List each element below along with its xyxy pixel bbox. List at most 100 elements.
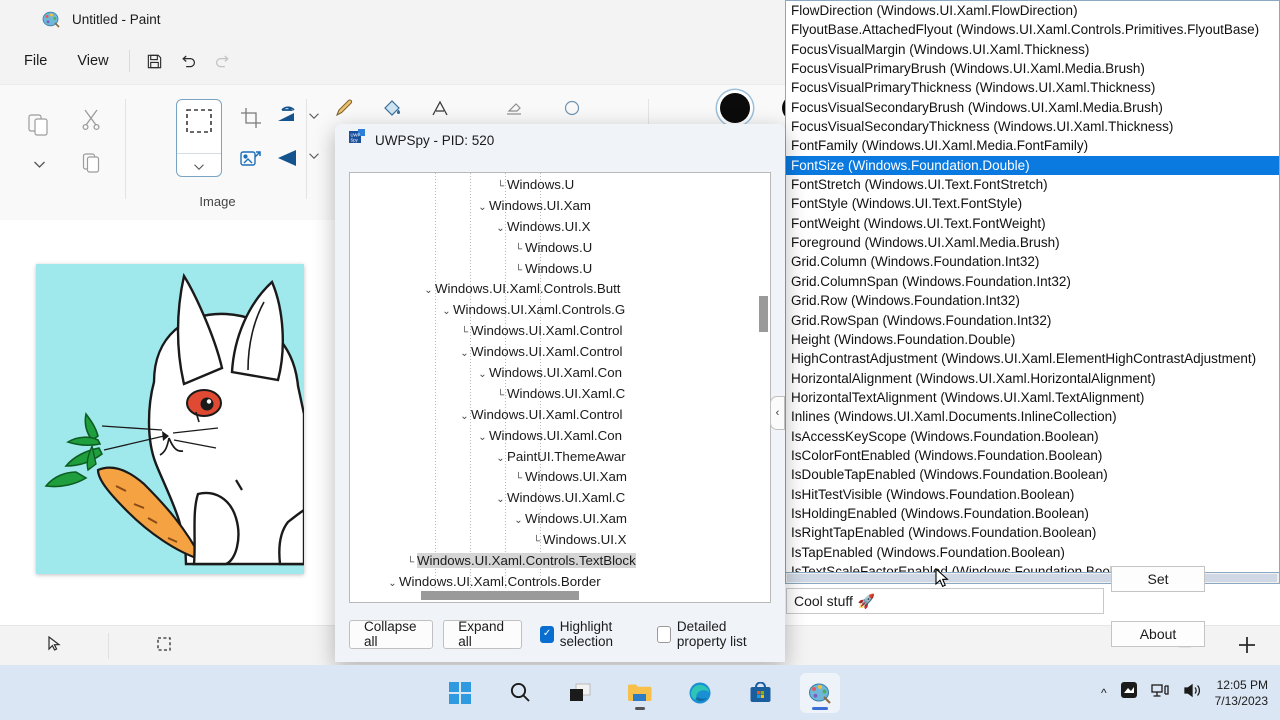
tree-node[interactable]: └ Windows.U [350, 175, 759, 196]
search-icon[interactable] [500, 673, 540, 713]
property-list-item[interactable]: IsTapEnabled (Windows.Foundation.Boolean… [786, 543, 1279, 562]
property-list-item[interactable]: IsDoubleTapEnabled (Windows.Foundation.B… [786, 465, 1279, 484]
property-list-item[interactable]: HorizontalAlignment (Windows.UI.Xaml.Hor… [786, 369, 1279, 388]
expand-all-button[interactable]: Expand all [443, 619, 523, 649]
crop-icon[interactable] [234, 101, 268, 135]
property-list-item[interactable]: Grid.RowSpan (Windows.Foundation.Int32) [786, 311, 1279, 330]
property-list-item[interactable]: FocusVisualPrimaryBrush (Windows.UI.Xaml… [786, 59, 1279, 78]
flip-icon[interactable] [270, 141, 304, 175]
uwpspy-titlebar[interactable]: UWP Spy UWPSpy - PID: 520 [335, 124, 785, 156]
paint-icon[interactable] [800, 672, 840, 713]
chevron-down-icon[interactable] [20, 151, 58, 177]
file-explorer-icon[interactable] [620, 673, 660, 713]
tree-node[interactable]: ⌄ Windows.UI.Xaml.Control [350, 342, 759, 363]
collapse-all-button[interactable]: Collapse all [349, 619, 434, 649]
pencil-icon[interactable] [326, 91, 362, 125]
tree-node[interactable]: ⌄ Windows.UI.Xaml.Con [350, 363, 759, 384]
tree-node[interactable]: ⌄ Windows.UI.Xaml.C [350, 488, 759, 509]
property-list-item[interactable]: FocusVisualMargin (Windows.UI.Xaml.Thick… [786, 40, 1279, 59]
property-list-item[interactable]: Height (Windows.Foundation.Double) [786, 330, 1279, 349]
property-list-item[interactable]: Grid.Column (Windows.Foundation.Int32) [786, 252, 1279, 271]
tree-node[interactable]: ⌄ Windows.UI.Xaml.Con [350, 426, 759, 447]
tree-node[interactable]: ⌄ Windows.UI.X [350, 217, 759, 238]
copy-icon[interactable] [72, 143, 110, 181]
resize-icon[interactable] [234, 143, 268, 177]
property-list-item[interactable]: IsAccessKeyScope (Windows.Foundation.Boo… [786, 427, 1279, 446]
property-list-item[interactable]: FontWeight (Windows.UI.Text.FontWeight) [786, 214, 1279, 233]
paste-icon[interactable] [18, 99, 60, 149]
rotate-icon[interactable] [270, 99, 304, 133]
property-list-item[interactable]: FontSize (Windows.Foundation.Double) [786, 155, 1279, 176]
select-rectangle-icon[interactable] [176, 99, 222, 177]
show-hidden-icons-chevron[interactable]: ^ [1101, 686, 1107, 700]
property-list-item[interactable]: HorizontalTextAlignment (Windows.UI.Xaml… [786, 388, 1279, 407]
property-list-item[interactable]: Grid.Row (Windows.Foundation.Int32) [786, 291, 1279, 310]
panel-collapse-handle[interactable]: ‹ [770, 396, 785, 430]
start-icon[interactable] [440, 673, 480, 713]
property-list-item[interactable]: IsColorFontEnabled (Windows.Foundation.B… [786, 446, 1279, 465]
volume-icon[interactable] [1183, 682, 1202, 704]
detailed-property-list-checkbox[interactable]: Detailed property list [657, 619, 771, 649]
task-view-icon[interactable] [560, 673, 600, 713]
chevron-down-icon[interactable]: ⌄ [476, 198, 489, 219]
tree-node[interactable]: └ Windows.UI.Xaml.Controls.TextBlock [350, 551, 759, 572]
save-icon[interactable] [138, 46, 172, 76]
text-icon[interactable] [422, 91, 458, 125]
tree-node[interactable]: └ Windows.UI.Xaml.Control [350, 321, 759, 342]
property-list-item[interactable]: IsHitTestVisible (Windows.Foundation.Boo… [786, 485, 1279, 504]
hidden-icons-icon[interactable] [1120, 681, 1138, 704]
property-list-item[interactable]: FlyoutBase.AttachedFlyout (Windows.UI.Xa… [786, 20, 1279, 39]
property-list-item[interactable]: FontStyle (Windows.UI.Text.FontStyle) [786, 194, 1279, 213]
chevron-down-icon[interactable]: ⌄ [458, 344, 471, 365]
network-icon[interactable] [1150, 682, 1170, 704]
tree-vertical-scrollbar[interactable] [758, 174, 769, 602]
shape-icon[interactable] [554, 91, 590, 125]
tree-node[interactable]: ⌄ Windows.UI.Xaml.Controls.G [350, 300, 759, 321]
tree-vertical-scroll-thumb[interactable] [759, 296, 768, 332]
undo-icon[interactable] [172, 46, 206, 76]
property-list[interactable]: FlowDirection (Windows.UI.Xaml.FlowDirec… [785, 0, 1280, 578]
chevron-down-icon[interactable]: ⌄ [476, 428, 489, 449]
highlight-selection-checkbox[interactable]: ✓ Highlight selection [540, 619, 643, 649]
property-list-item[interactable]: FocusVisualPrimaryThickness (Windows.UI.… [786, 78, 1279, 97]
property-list-item[interactable]: Grid.ColumnSpan (Windows.Foundation.Int3… [786, 272, 1279, 291]
set-button[interactable]: Set [1111, 566, 1205, 592]
property-list-item[interactable]: FlowDirection (Windows.UI.Xaml.FlowDirec… [786, 1, 1279, 20]
property-list-item[interactable]: FocusVisualSecondaryThickness (Windows.U… [786, 117, 1279, 136]
eraser-icon[interactable] [496, 91, 532, 125]
tree-horizontal-scroll-thumb[interactable] [421, 591, 579, 600]
cut-icon[interactable] [72, 99, 110, 139]
chevron-down-icon[interactable]: ⌄ [512, 511, 525, 532]
property-list-item[interactable]: FontStretch (Windows.UI.Text.FontStretch… [786, 175, 1279, 194]
chevron-down-icon[interactable]: ⌄ [458, 407, 471, 428]
tree-node[interactable]: ⌄ Windows.UI.Xaml.Control [350, 405, 759, 426]
property-list-item[interactable]: IsRightTapEnabled (Windows.Foundation.Bo… [786, 523, 1279, 542]
checkbox-box[interactable]: ✓ [540, 625, 554, 643]
tree-node[interactable]: ⌄ Windows.UI.Xam [350, 196, 759, 217]
menu-view[interactable]: View [65, 49, 120, 73]
property-list-horizontal-scrollbar[interactable] [785, 572, 1280, 584]
color-swatch-black[interactable] [714, 87, 756, 129]
tree-node[interactable]: └ Windows.UI.X [350, 530, 759, 551]
about-button[interactable]: About [1111, 621, 1205, 647]
tree-node[interactable]: ⌄ Windows.UI.Xaml.Controls.Butt [350, 279, 759, 300]
property-list-item[interactable]: FontFamily (Windows.UI.Xaml.Media.FontFa… [786, 136, 1279, 155]
checkbox-box[interactable] [657, 625, 671, 643]
tree-horizontal-scrollbar[interactable] [351, 590, 759, 601]
property-list-item[interactable]: Foreground (Windows.UI.Xaml.Media.Brush) [786, 233, 1279, 252]
property-list-item[interactable]: HighContrastAdjustment (Windows.UI.Xaml.… [786, 349, 1279, 368]
chevron-down-icon[interactable]: ⌄ [476, 365, 489, 386]
property-list-item[interactable]: IsHoldingEnabled (Windows.Foundation.Boo… [786, 504, 1279, 523]
chevron-down-icon[interactable]: ⌄ [494, 219, 507, 240]
fill-icon[interactable] [374, 91, 410, 125]
taskbar-clock[interactable]: 12:05 PM 7/13/2023 [1215, 677, 1268, 709]
tree-node[interactable]: └ Windows.UI.Xaml.C [350, 384, 759, 405]
menu-file[interactable]: File [12, 49, 59, 73]
tree-node[interactable]: └ Windows.U [350, 238, 759, 259]
edge-icon[interactable] [680, 673, 720, 713]
chevron-down-icon[interactable]: ⌄ [494, 490, 507, 511]
tree-node[interactable]: ⌄ Windows.UI.Xam [350, 509, 759, 530]
property-list-item[interactable]: FocusVisualSecondaryBrush (Windows.UI.Xa… [786, 98, 1279, 117]
tree-node[interactable]: └ Windows.U [350, 259, 759, 280]
microsoft-store-icon[interactable] [740, 673, 780, 713]
